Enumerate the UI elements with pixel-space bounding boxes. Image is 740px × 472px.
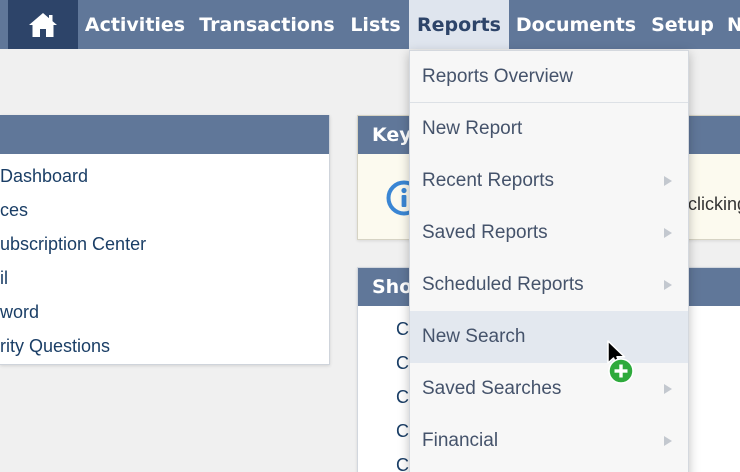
- submenu-arrow-icon: [664, 280, 672, 290]
- submenu-arrow-icon: [664, 228, 672, 238]
- reports-dropdown-menu: Reports Overview New Report Recent Repor…: [409, 50, 689, 472]
- submenu-arrow-icon: [664, 384, 672, 394]
- shortcut-link[interactable]: C: [396, 312, 409, 346]
- link-security-questions[interactable]: rity Questions: [0, 329, 330, 363]
- settings-portlet: Dashboard ces ubscription Center il word…: [0, 115, 330, 365]
- nav-activities[interactable]: Activities: [78, 0, 192, 49]
- menu-item-label: Financial: [422, 430, 499, 451]
- menu-item-label: Saved Reports: [422, 222, 548, 243]
- shortcut-link[interactable]: C: [396, 346, 409, 380]
- menu-item-label: New Search: [422, 326, 526, 347]
- menu-item-label: Saved Searches: [422, 378, 562, 399]
- nav-lists[interactable]: Lists: [342, 0, 409, 49]
- home-icon: [29, 12, 57, 37]
- menu-item-label: Scheduled Reports: [422, 274, 584, 295]
- settings-portlet-header: [0, 115, 329, 154]
- menu-item-label: Recent Reports: [422, 170, 555, 191]
- submenu-arrow-icon: [664, 436, 672, 446]
- submenu-arrow-icon: [664, 176, 672, 186]
- menu-item-recent-reports[interactable]: Recent Reports: [410, 155, 688, 207]
- link-dashboard[interactable]: Dashboard: [0, 159, 330, 193]
- link-password[interactable]: word: [0, 295, 330, 329]
- menu-item-label: Reports Overview: [422, 66, 573, 87]
- home-button[interactable]: [8, 0, 78, 49]
- menu-item-saved-reports[interactable]: Saved Reports: [410, 207, 688, 259]
- link-subscription-center[interactable]: ubscription Center: [0, 227, 330, 261]
- nav-setup[interactable]: Setup: [643, 0, 722, 49]
- menu-item-new-search[interactable]: New Search: [410, 311, 688, 363]
- nav-reports[interactable]: Reports: [409, 0, 509, 49]
- menu-item-reports-overview[interactable]: Reports Overview: [410, 51, 688, 103]
- menu-item-financial[interactable]: Financial: [410, 415, 688, 467]
- settings-links-list: Dashboard ces ubscription Center il word…: [0, 159, 330, 363]
- shortcut-link[interactable]: C: [396, 448, 409, 472]
- link-preferences[interactable]: ces: [0, 193, 330, 227]
- plus-badge-icon: [608, 358, 634, 384]
- menu-item-scheduled-reports[interactable]: Scheduled Reports: [410, 259, 688, 311]
- nav-more-clipped[interactable]: N: [727, 0, 740, 49]
- shortcut-link[interactable]: C: [396, 380, 409, 414]
- nav-documents[interactable]: Documents: [509, 0, 643, 49]
- menu-item-new-report[interactable]: New Report: [410, 103, 688, 155]
- shortcut-link[interactable]: C: [396, 414, 409, 448]
- nav-transactions[interactable]: Transactions: [192, 0, 342, 49]
- menu-item-saved-searches[interactable]: Saved Searches: [410, 363, 688, 415]
- key-portlet-text: clicking: [688, 194, 740, 214]
- top-navigation-bar: Activities Transactions Lists Reports Do…: [0, 0, 740, 49]
- link-email[interactable]: il: [0, 261, 330, 295]
- shortcuts-list: C C C C C: [396, 312, 409, 472]
- menu-item-label: New Report: [422, 118, 523, 139]
